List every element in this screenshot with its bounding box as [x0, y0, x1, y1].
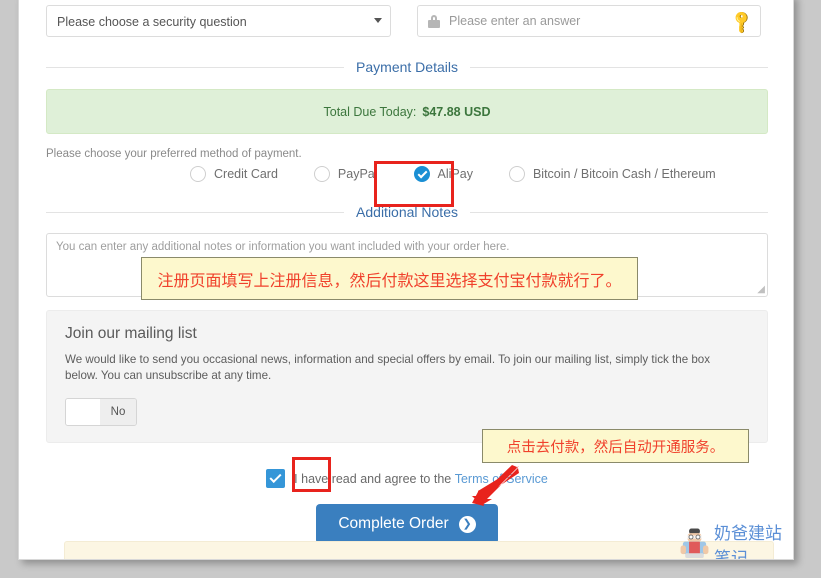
complete-order-button[interactable]: Complete Order ❯ — [316, 504, 498, 544]
terms-checkbox[interactable] — [266, 469, 286, 488]
order-form-card: Please choose a security question Please… — [18, 0, 794, 560]
security-answer-wrap[interactable]: Please enter an answer 🔑 — [417, 5, 761, 37]
payment-method-label: Please choose your preferred method of p… — [46, 148, 302, 160]
mailing-list-title: Join our mailing list — [65, 325, 197, 342]
toggle-value: No — [100, 399, 136, 425]
arrow-right-icon: ❯ — [458, 515, 476, 533]
submit-row: Complete Order ❯ — [46, 504, 768, 544]
additional-notes-title: Additional Notes — [356, 204, 458, 220]
radio-crypto[interactable] — [508, 166, 525, 182]
total-due-label: Total Due Today: — [323, 104, 417, 119]
payment-option-credit-card[interactable]: Credit Card — [190, 166, 278, 182]
payment-option-crypto[interactable]: Bitcoin / Bitcoin Cash / Ethereum — [508, 166, 716, 182]
mailing-list-toggle[interactable]: No — [65, 398, 137, 426]
total-due-amount: $47.88 USD — [422, 104, 491, 119]
mailing-list-panel: Join our mailing list We would like to s… — [46, 310, 768, 443]
security-answer-placeholder: Please enter an answer — [449, 14, 581, 28]
complete-order-label: Complete Order — [338, 515, 449, 532]
payment-option-alipay[interactable]: AliPay — [413, 166, 473, 182]
rule-right — [469, 211, 769, 213]
payment-details-title: Payment Details — [356, 59, 458, 75]
lock-icon — [428, 14, 440, 28]
security-question-row: Please choose a security question Please… — [46, 1, 768, 37]
payment-method-options: Credit Card PayPal AliPay Bitcoin / Bitc… — [46, 166, 768, 182]
toggle-knob[interactable] — [66, 399, 100, 425]
payment-option-label: PayPal — [337, 167, 378, 181]
terms-of-service-link[interactable]: Terms of Service — [455, 472, 548, 486]
rule-left — [46, 66, 345, 68]
radio-alipay[interactable] — [413, 166, 430, 182]
watermark-text: 奶爸建站笔记 — [713, 524, 782, 560]
bottom-notice-bar — [64, 541, 774, 559]
terms-agreement-row: I have read and agree to the Terms of Se… — [46, 469, 768, 488]
chevron-down-icon — [374, 18, 382, 23]
terms-agreement-text: I have read and agree to the — [294, 471, 452, 486]
watermark: 奶爸建站笔记 — [679, 519, 793, 560]
resize-handle-icon[interactable]: ◢ — [757, 284, 765, 295]
rule-left — [46, 211, 345, 213]
payment-details-heading: Payment Details — [46, 59, 768, 75]
radio-credit-card[interactable] — [190, 166, 206, 182]
additional-notes-heading: Additional Notes — [46, 204, 769, 220]
mailing-list-description: We would like to send you occasional new… — [65, 353, 711, 382]
avatar-icon — [680, 528, 709, 558]
security-question-select-wrap[interactable]: Please choose a security question — [46, 5, 391, 37]
payment-option-paypal[interactable]: PayPal — [313, 166, 378, 182]
notes-annotation: 注册页面填写上注册信息，然后付款这里选择支付宝付款就行了。 — [141, 257, 638, 300]
payment-option-label: Bitcoin / Bitcoin Cash / Ethereum — [532, 167, 716, 181]
total-due-banner: Total Due Today: $47.88 USD — [46, 89, 768, 134]
pay-annotation: 点击去付款，然后自动开通服务。 — [482, 429, 749, 463]
rule-right — [469, 66, 768, 68]
security-answer-field[interactable]: Please enter an answer — [417, 5, 761, 37]
payment-option-label: AliPay — [437, 167, 473, 181]
radio-paypal[interactable] — [313, 166, 330, 182]
screenshot-root: Please choose a security question Please… — [0, 0, 821, 578]
payment-option-label: Credit Card — [214, 167, 278, 181]
additional-notes-placeholder: You can enter any additional notes or in… — [56, 241, 510, 253]
security-question-select[interactable]: Please choose a security question — [46, 5, 391, 37]
